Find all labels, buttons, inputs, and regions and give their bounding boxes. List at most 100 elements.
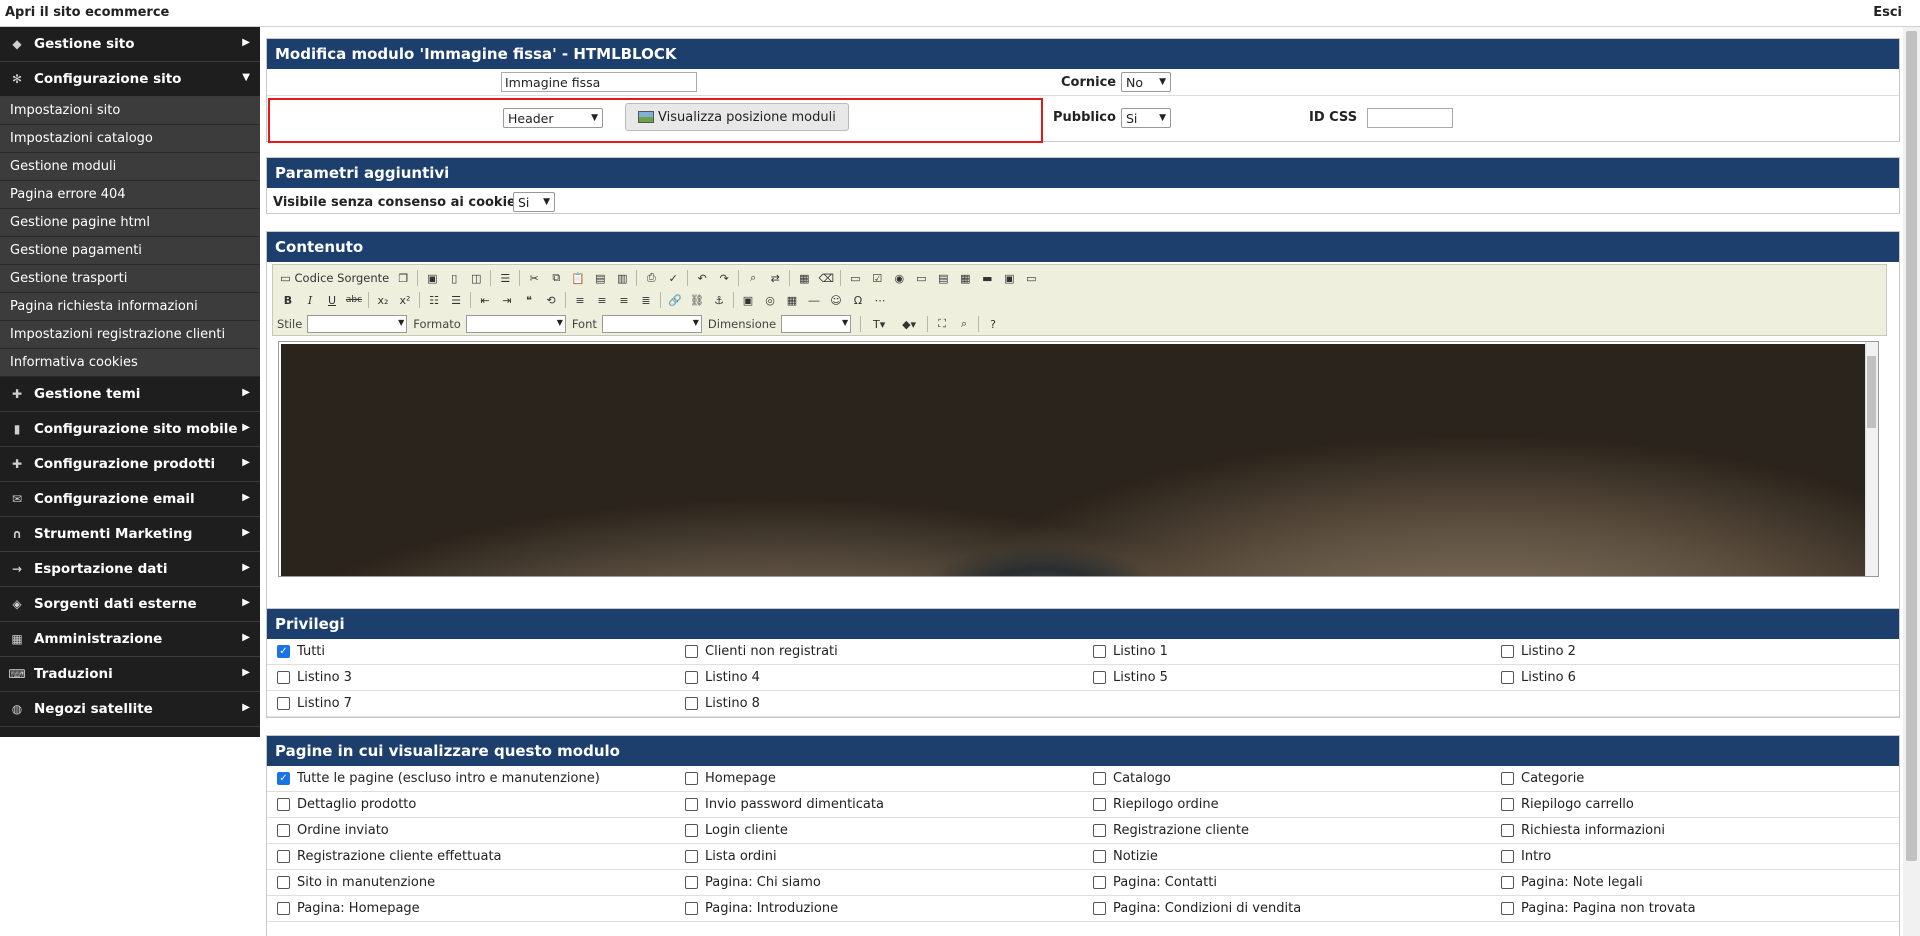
checkbox-option[interactable]: Listino 8 — [685, 696, 760, 711]
undo-icon[interactable]: ↶ — [691, 268, 713, 288]
submenu-item[interactable]: Informativa cookies — [0, 349, 260, 377]
checkbox-option[interactable]: Registrazione cliente — [1093, 823, 1249, 838]
strikethrough-icon[interactable]: abc — [343, 290, 365, 310]
page-break-icon[interactable]: ⋯ — [869, 290, 891, 310]
redo-icon[interactable]: ↷ — [713, 268, 735, 288]
align-left-icon[interactable]: ≡ — [569, 290, 591, 310]
align-center-icon[interactable]: ≡ — [591, 290, 613, 310]
show-blocks-icon[interactable]: ⌕ — [953, 314, 975, 334]
public-select[interactable]: Si ▼ — [1121, 108, 1171, 128]
editor-scrollbar[interactable] — [1865, 342, 1878, 576]
remove-format-icon[interactable]: ⌫ — [815, 268, 837, 288]
font-dropdown[interactable]: ▼ — [601, 315, 702, 333]
checkbox-option[interactable]: Intro — [1501, 849, 1551, 864]
style-dropdown[interactable]: ▼ — [307, 315, 408, 333]
checkbox-option[interactable]: Listino 7 — [277, 696, 352, 711]
button-field-icon[interactable]: ▬ — [976, 268, 998, 288]
checkbox-option[interactable]: Listino 4 — [685, 670, 760, 685]
sidebar-item[interactable]: → Esportazione dati ▶ — [0, 552, 260, 587]
checkbox[interactable] — [277, 824, 290, 837]
checkbox-option[interactable]: Registrazione cliente effettuata — [277, 849, 502, 864]
checkbox-icon[interactable]: ☑ — [866, 268, 888, 288]
checkbox-option[interactable]: Listino 5 — [1093, 670, 1168, 685]
find-icon[interactable]: ⌕ — [742, 268, 764, 288]
checkbox-option[interactable]: Riepilogo carrello — [1501, 797, 1634, 812]
sidebar-item[interactable]: ◆ Gestione sito ▶ — [0, 27, 260, 62]
checkbox-option[interactable]: ✓ Tutte le pagine (escluso intro e manute… — [277, 771, 600, 786]
checkbox-option[interactable]: Ordine inviato — [277, 823, 389, 838]
cut-icon[interactable]: ✂ — [523, 268, 545, 288]
checkbox[interactable] — [685, 798, 698, 811]
textarea-icon[interactable]: ▤ — [932, 268, 954, 288]
flash-icon[interactable]: ◎ — [759, 290, 781, 310]
help-icon[interactable]: ? — [982, 314, 1004, 334]
checkbox-option[interactable]: Clienti non registrati — [685, 644, 838, 659]
checkbox-option[interactable]: Riepilogo ordine — [1093, 797, 1219, 812]
form-icon[interactable]: ▭ — [844, 268, 866, 288]
print-icon[interactable]: ⎙ — [640, 268, 662, 288]
editor-area[interactable] — [278, 341, 1879, 577]
page-scrollbar[interactable] — [1903, 27, 1920, 936]
frame-select[interactable]: No ▼ — [1121, 72, 1171, 92]
source-code-button[interactable]: ▭ Codice Sorgente — [277, 268, 392, 288]
checkbox[interactable] — [1501, 876, 1514, 889]
checkbox[interactable] — [1093, 798, 1106, 811]
position-select[interactable]: Header ▼ — [503, 108, 603, 128]
size-combo[interactable]: Dimensione ▼ — [708, 315, 852, 333]
checkbox[interactable] — [1501, 645, 1514, 658]
submenu-item[interactable]: Gestione pagamenti — [0, 237, 260, 265]
submenu-item[interactable]: Gestione moduli — [0, 153, 260, 181]
sidebar-item[interactable]: ⌨ Traduzioni ▶ — [0, 657, 260, 692]
submenu-item[interactable]: Pagina errore 404 — [0, 181, 260, 209]
checkbox-option[interactable]: Sito in manutenzione — [277, 875, 435, 890]
checkbox[interactable] — [685, 697, 698, 710]
checkbox[interactable] — [277, 876, 290, 889]
checkbox[interactable] — [1093, 645, 1106, 658]
checkbox[interactable] — [685, 671, 698, 684]
submenu-item[interactable]: Impostazioni sito — [0, 97, 260, 125]
checkbox-option[interactable]: Dettaglio prodotto — [277, 797, 416, 812]
document-icon[interactable]: ☰ — [494, 268, 516, 288]
sidebar-item[interactable]: ◍ Negozi satellite ▶ — [0, 692, 260, 727]
checkbox[interactable] — [277, 697, 290, 710]
new-page-icon[interactable]: ▯ — [443, 268, 465, 288]
checkbox[interactable] — [1093, 850, 1106, 863]
sidebar-item[interactable]: ✉ Configurazione email ▶ — [0, 482, 260, 517]
font-combo[interactable]: Font ▼ — [572, 315, 702, 333]
checkbox-option[interactable]: Richiesta informazioni — [1501, 823, 1665, 838]
copy-icon[interactable]: ⧉ — [545, 268, 567, 288]
outdent-icon[interactable]: ⇤ — [474, 290, 496, 310]
page-scroll-thumb[interactable] — [1906, 31, 1917, 861]
checkbox-option[interactable]: Listino 6 — [1501, 670, 1576, 685]
checkbox-option[interactable]: Categorie — [1501, 771, 1584, 786]
checkbox-option[interactable]: Login cliente — [685, 823, 788, 838]
checkbox[interactable] — [1093, 876, 1106, 889]
checkbox[interactable] — [1501, 798, 1514, 811]
checkbox-option[interactable]: Pagina: Chi siamo — [685, 875, 821, 890]
bg-color-icon[interactable]: ◆▾ — [894, 314, 924, 334]
paste-icon[interactable]: 📋 — [567, 268, 589, 288]
paste-text-icon[interactable]: ▤ — [589, 268, 611, 288]
checkbox-option[interactable]: Pagina: Homepage — [277, 901, 420, 916]
sidebar-item[interactable]: ∩ Strumenti Marketing ▶ — [0, 517, 260, 552]
cookie-consent-select[interactable]: Si ▼ — [513, 192, 555, 212]
submenu-item[interactable]: Impostazioni catalogo — [0, 125, 260, 153]
subscript-icon[interactable]: x₂ — [372, 290, 394, 310]
link-icon[interactable]: 🔗 — [664, 290, 686, 310]
editor-scroll-thumb[interactable] — [1867, 356, 1876, 428]
checkbox-option[interactable]: Invio password dimenticata — [685, 797, 884, 812]
replace-icon[interactable]: ⇄ — [764, 268, 786, 288]
checked-checkbox[interactable]: ✓ — [277, 645, 290, 658]
radio-icon[interactable]: ◉ — [888, 268, 910, 288]
checkbox-option[interactable]: Pagina: Note legali — [1501, 875, 1643, 890]
horizontal-rule-icon[interactable]: ― — [803, 290, 825, 310]
show-positions-button[interactable]: Visualizza posizione moduli — [625, 103, 849, 131]
sidebar-item[interactable]: ▦ Amministrazione ▶ — [0, 622, 260, 657]
save-icon[interactable]: ▣ — [421, 268, 443, 288]
checkbox-option[interactable]: Listino 1 — [1093, 644, 1168, 659]
paste-word-icon[interactable]: ▥ — [611, 268, 633, 288]
anchor-icon[interactable]: ⚓ — [708, 290, 730, 310]
checkbox[interactable] — [277, 902, 290, 915]
checkbox-option[interactable]: Pagina: Introduzione — [685, 901, 838, 916]
maximize-icon[interactable]: ⛶ — [931, 314, 953, 334]
